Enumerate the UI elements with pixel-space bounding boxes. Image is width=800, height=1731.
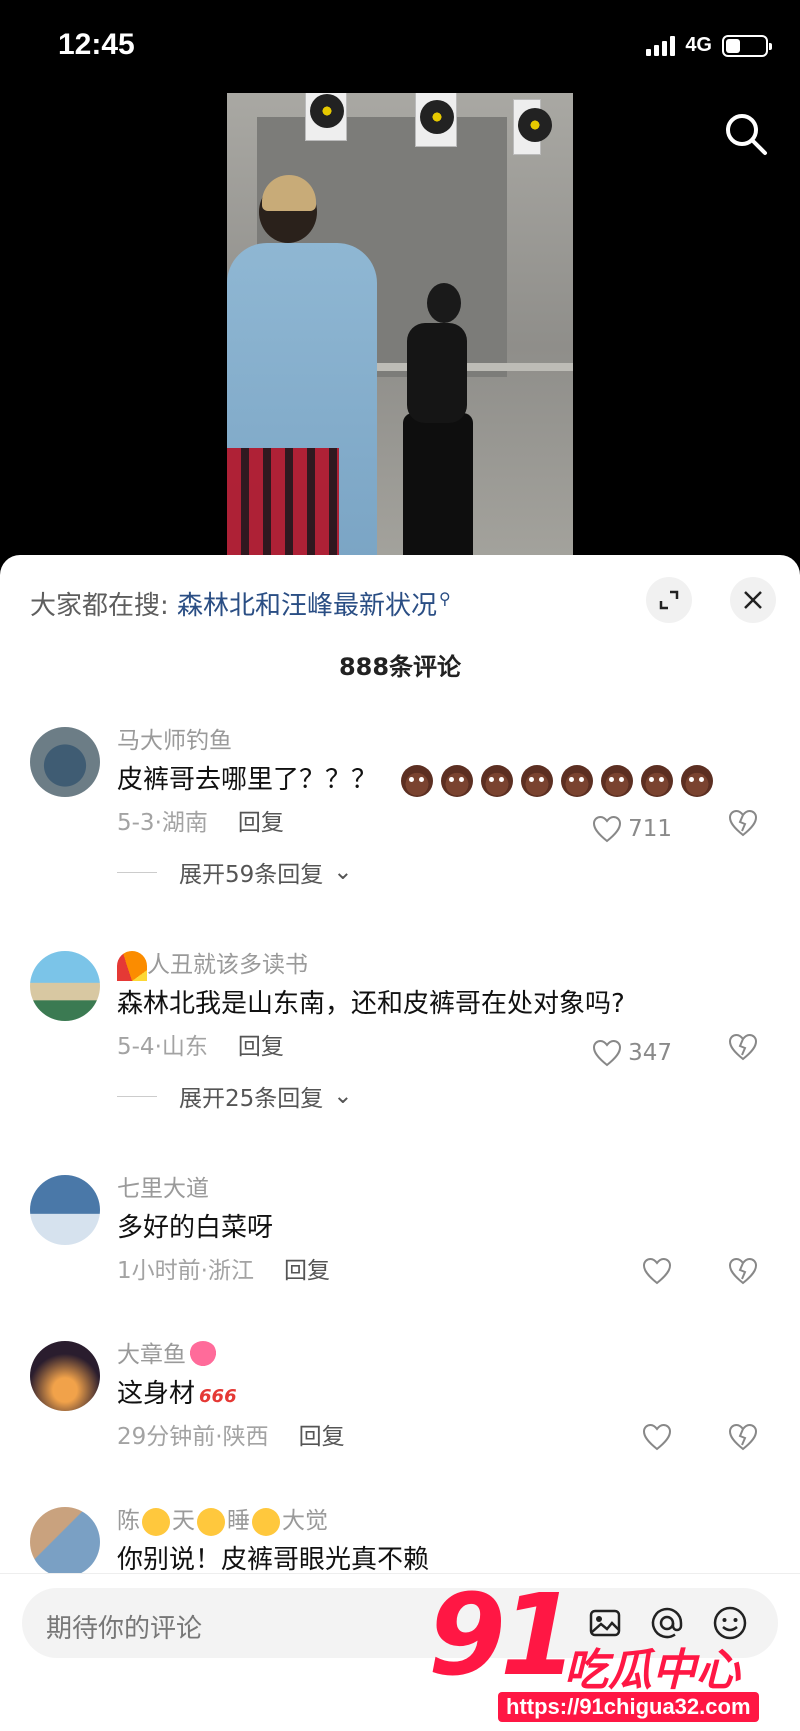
avatar[interactable] xyxy=(30,1507,100,1577)
poo-emoji xyxy=(521,764,554,797)
avatar[interactable] xyxy=(30,1341,100,1411)
chevron-down-icon: ⌄ xyxy=(333,859,353,885)
poo-emoji xyxy=(641,764,674,797)
avatar[interactable] xyxy=(30,727,100,797)
comment-author[interactable]: 陈天睡大觉 xyxy=(117,1505,770,1537)
comment-region: 山东 xyxy=(161,1034,208,1060)
watermark-url: https://91chigua32.com xyxy=(498,1692,759,1722)
comment-text: 多好的白菜呀 xyxy=(117,1213,274,1243)
like-button[interactable] xyxy=(642,1257,672,1285)
expand-icon xyxy=(659,590,679,610)
search-icon[interactable] xyxy=(722,110,770,158)
poo-emoji xyxy=(401,764,434,797)
archery-target xyxy=(305,93,347,141)
poo-emoji xyxy=(441,764,474,797)
battery-icon xyxy=(722,34,772,57)
poo-emoji xyxy=(601,764,634,797)
reply-button[interactable]: 回复 xyxy=(238,1034,284,1060)
comment-date: 5-4 xyxy=(117,1034,155,1060)
reply-button[interactable]: 回复 xyxy=(238,810,284,836)
comment-region: 陕西 xyxy=(222,1424,269,1450)
hot-search[interactable]: 大家都在搜: 森林北和汪峰最新状况 ⚲ xyxy=(30,585,451,622)
comment-sheet: 大家都在搜: 森林北和汪峰最新状况 ⚲ 888条评论 马大师钓鱼 皮裤哥去哪里了？… xyxy=(0,555,800,1731)
poo-emoji xyxy=(561,764,594,797)
like-button[interactable] xyxy=(642,1423,672,1451)
comment-meta: 1小时前·浙江 回复 xyxy=(117,1251,770,1291)
expand-replies[interactable]: 展开59条回复 ⌄ xyxy=(117,855,770,889)
like-count: 711 xyxy=(628,816,672,842)
like-button[interactable]: 711 xyxy=(592,809,672,849)
hot-search-keyword[interactable]: 森林北和汪峰最新状况 xyxy=(177,591,437,621)
dislike-heart-icon[interactable] xyxy=(728,1033,758,1061)
comment-region: 浙江 xyxy=(207,1258,254,1284)
watermark: 91 吃瓜中心 https://91chigua32.com xyxy=(428,1580,788,1728)
expand-button[interactable] xyxy=(646,577,692,623)
666-emoji: 666 xyxy=(199,1386,237,1407)
comment-text: 皮裤哥去哪里了？？？ xyxy=(117,757,770,803)
heart-icon xyxy=(593,815,622,843)
expand-replies[interactable]: 展开25条回复 ⌄ xyxy=(117,1079,770,1113)
comment-count: 888条评论 xyxy=(338,653,462,681)
chevron-down-icon: ⌄ xyxy=(333,1083,353,1109)
wink-tongue-emoji xyxy=(197,1507,225,1536)
close-icon xyxy=(744,591,762,609)
comment-author[interactable]: 马大师钓鱼 xyxy=(117,725,770,757)
comment-region: 湖南 xyxy=(161,810,208,836)
heart-icon xyxy=(593,1039,622,1067)
like-button[interactable]: 347 xyxy=(592,1033,672,1073)
archery-target xyxy=(415,93,457,147)
close-button[interactable] xyxy=(730,577,776,623)
comment-meta: 5-4·山东 回复 347 xyxy=(117,1027,770,1067)
comment-text: 这身材 666 xyxy=(117,1379,237,1409)
small-search-icon: ⚲ xyxy=(439,589,451,609)
dislike-heart-icon[interactable] xyxy=(728,809,758,837)
comment-author[interactable]: 人丑就该多读书 xyxy=(117,949,770,981)
video-player[interactable] xyxy=(227,93,573,555)
comment-date: 29分钟前 xyxy=(117,1424,216,1450)
comment-date: 5-3 xyxy=(117,810,155,836)
comment-author[interactable]: 七里大道 xyxy=(117,1173,770,1205)
heart-icon xyxy=(642,1257,672,1285)
dislike-heart-icon[interactable] xyxy=(728,1257,758,1285)
like-count: 347 xyxy=(628,1040,672,1066)
hot-search-prefix: 大家都在搜: xyxy=(30,591,169,621)
comment-meta: 5-3·湖南 回复 711 xyxy=(117,803,770,843)
heart-icon xyxy=(642,1423,672,1451)
watermark-number: 91 xyxy=(428,1571,578,1701)
comment-meta: 29分钟前·陕西 回复 xyxy=(117,1417,770,1457)
signal-icon xyxy=(646,35,676,56)
status-bar: 12:45 4G xyxy=(0,0,800,92)
dislike-heart-icon[interactable] xyxy=(728,1423,758,1451)
comment-date: 1小时前 xyxy=(117,1258,201,1284)
status-right: 4G xyxy=(646,34,772,57)
avatar[interactable] xyxy=(30,951,100,1021)
poo-emoji xyxy=(481,764,514,797)
yum-emoji xyxy=(252,1507,280,1536)
grin-emoji xyxy=(142,1507,170,1536)
reply-button[interactable]: 回复 xyxy=(299,1424,345,1450)
status-time: 12:45 xyxy=(58,28,135,61)
comment-input-placeholder: 期待你的评论 xyxy=(46,1614,203,1644)
avatar[interactable] xyxy=(30,1175,100,1245)
archery-target xyxy=(513,99,552,155)
comment-text: 森林北我是山东南，还和皮裤哥在处对象吗? xyxy=(117,989,625,1019)
comment-author[interactable]: 大章鱼 xyxy=(117,1339,770,1371)
watermark-brand: 吃瓜中心 xyxy=(564,1645,740,1696)
reply-button[interactable]: 回复 xyxy=(284,1258,330,1284)
network-type: 4G xyxy=(685,34,712,56)
poo-emoji xyxy=(681,764,714,797)
octopus-emoji xyxy=(188,1340,218,1371)
rainbow-emoji xyxy=(117,950,147,981)
